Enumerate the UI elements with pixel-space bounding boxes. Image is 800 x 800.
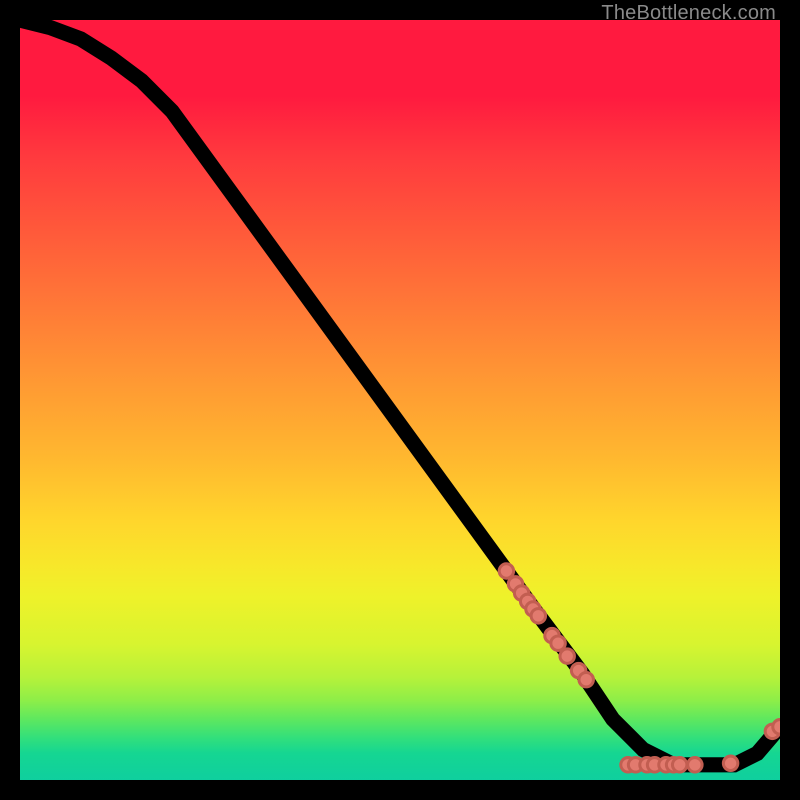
curve-line	[20, 20, 780, 765]
marker-dot	[773, 720, 780, 734]
marker-dot	[688, 758, 702, 772]
marker-dot	[499, 564, 513, 578]
plot-area	[20, 20, 780, 780]
marker-dot	[579, 672, 593, 686]
marker-dot	[672, 758, 686, 772]
marker-dot	[723, 756, 737, 770]
marker-dot	[551, 636, 565, 650]
chart-stage: TheBottleneck.com	[0, 0, 800, 800]
marker-dot	[531, 609, 545, 623]
chart-svg	[20, 20, 780, 780]
marker-dot	[560, 649, 574, 663]
